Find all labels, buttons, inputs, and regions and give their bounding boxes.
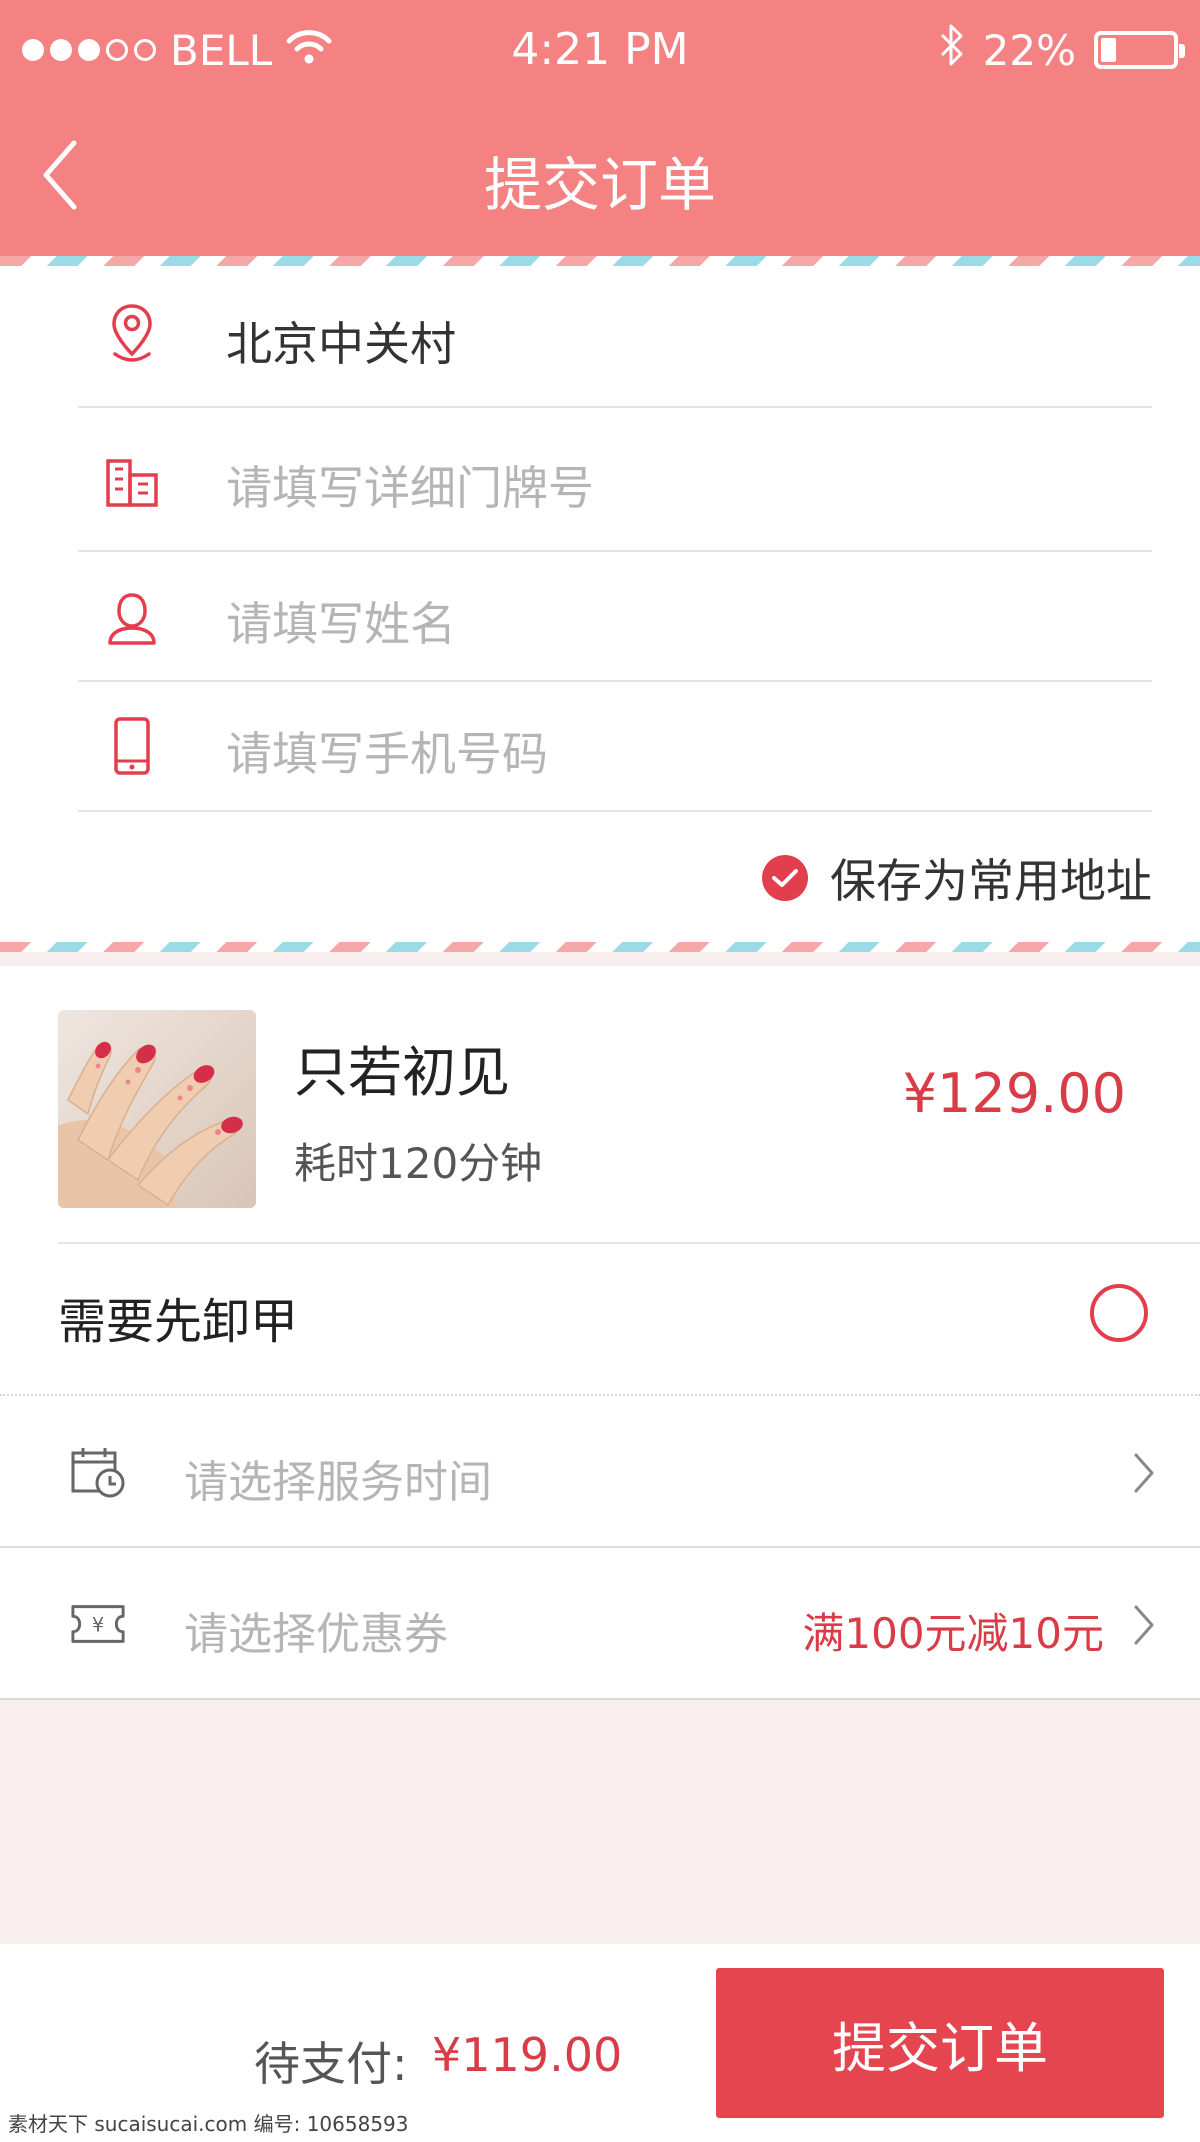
status-bar: BELL 4:21 PM 22% <box>0 0 1200 100</box>
watermark-text: 素材天下 sucaisucai.com 编号: 10658593 <box>8 2112 409 2136</box>
svg-text:¥: ¥ <box>92 1614 104 1637</box>
order-page: BELL 4:21 PM 22% 提交订单 北京中关村 请填写详细门牌号 请填写… <box>0 0 1200 2142</box>
battery-icon <box>1094 31 1185 69</box>
address-location-row[interactable]: 北京中关村 <box>78 266 1152 408</box>
product-name: 只若初见 <box>294 1041 510 1104</box>
product-thumbnail <box>58 1010 256 1208</box>
airmail-stripe-top <box>0 256 1200 266</box>
product-card: 只若初见 耗时120分钟 ¥129.00 <box>0 966 1200 1244</box>
coupon-ticket-icon: ¥ <box>70 1596 126 1652</box>
product-duration: 耗时120分钟 <box>294 1139 543 1188</box>
chevron-right-icon <box>1124 1600 1164 1650</box>
airmail-stripe-bottom <box>0 942 1200 952</box>
submit-order-button[interactable]: 提交订单 <box>716 1968 1164 2118</box>
remove-polish-label: 需要先卸甲 <box>58 1294 299 1350</box>
name-placeholder: 请填写姓名 <box>226 597 456 651</box>
pay-amount: ¥119.00 <box>432 2028 623 2082</box>
calendar-clock-icon <box>70 1444 126 1500</box>
person-icon <box>102 586 162 650</box>
door-number-placeholder: 请填写详细门牌号 <box>226 461 594 515</box>
battery-percent: 22% <box>982 25 1076 75</box>
remove-polish-row[interactable]: 需要先卸甲 <box>0 1244 1200 1396</box>
phone-placeholder: 请填写手机号码 <box>226 727 548 781</box>
building-icon <box>102 450 162 514</box>
remove-polish-radio[interactable] <box>1090 1284 1148 1342</box>
service-time-placeholder: 请选择服务时间 <box>184 1457 492 1508</box>
coupon-value: 满100元减10元 <box>802 1609 1104 1658</box>
address-location-text: 北京中关村 <box>226 317 456 371</box>
save-address-label: 保存为常用地址 <box>830 854 1152 908</box>
checkmark-icon <box>762 855 808 901</box>
chevron-right-icon <box>1124 1448 1164 1498</box>
mobile-phone-icon <box>102 714 162 778</box>
save-address-toggle[interactable]: 保存为常用地址 <box>762 850 1152 908</box>
address-card: 北京中关村 请填写详细门牌号 请填写姓名 请填写手机号码 保存为常用地址 <box>0 266 1200 942</box>
phone-field[interactable]: 请填写手机号码 <box>78 682 1152 812</box>
name-field[interactable]: 请填写姓名 <box>78 552 1152 682</box>
location-pin-icon <box>102 302 162 366</box>
pay-label: 待支付: <box>254 2037 408 2091</box>
service-time-row[interactable]: 请选择服务时间 <box>0 1396 1200 1548</box>
product-price: ¥129.00 <box>902 1062 1126 1125</box>
page-title: 提交订单 <box>483 151 716 219</box>
bluetooth-icon <box>939 23 965 77</box>
coupon-placeholder: 请选择优惠券 <box>184 1609 448 1660</box>
coupon-row[interactable]: ¥ 请选择优惠券 满100元减10元 <box>0 1548 1200 1700</box>
door-number-field[interactable]: 请填写详细门牌号 <box>78 408 1152 552</box>
header: BELL 4:21 PM 22% 提交订单 <box>0 0 1200 256</box>
